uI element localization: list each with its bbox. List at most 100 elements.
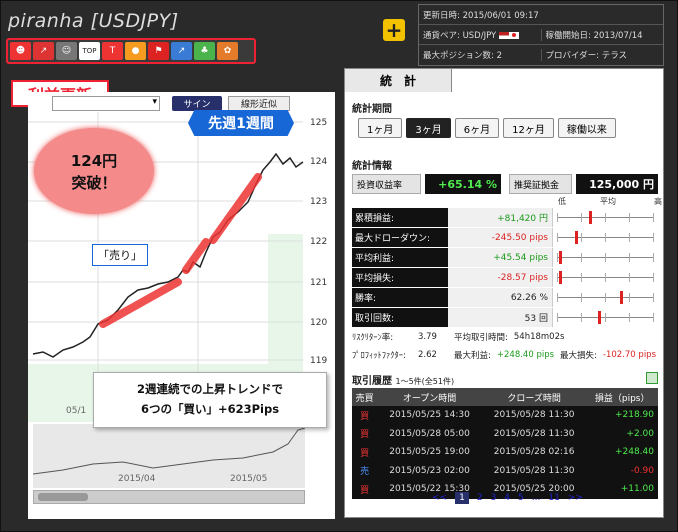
flag-usa-icon	[498, 31, 509, 39]
page-link[interactable]: 5	[518, 493, 524, 503]
provider-text: プロバイダー: テラス	[540, 48, 664, 61]
period-1m-button[interactable]: 1ヶ月	[358, 118, 403, 138]
stat-row: 勝率: 62.26 %	[352, 288, 658, 307]
history-cell: 買	[352, 406, 378, 425]
gauge-marker	[575, 231, 579, 244]
margin-value: 125,000 円	[575, 174, 658, 194]
history-cell: 2015/05/28 11:30	[481, 461, 587, 480]
history-cell: 2015/05/23 02:00	[377, 461, 482, 480]
history-cell: 買	[352, 480, 378, 499]
page-link[interactable]: 11	[548, 493, 559, 503]
orb-icon-button[interactable]: ●	[125, 42, 146, 60]
stat-row: 平均損失: -28.57 pips	[352, 268, 658, 287]
stat-value: -245.50 pips	[448, 228, 552, 247]
stat-value: 62.26 %	[448, 288, 552, 307]
history-header[interactable]: クローズ時間	[481, 388, 587, 406]
extra-value: 3.79	[418, 332, 437, 342]
updated-text: 更新日時: 2015/06/01 09:17	[423, 10, 539, 21]
extra-label: ﾘｽｸﾘﾀｰﾝ率:	[352, 333, 394, 343]
stat-value: 53 回	[448, 308, 552, 327]
graph-icon-button[interactable]: ↗	[33, 42, 54, 60]
gauge-scale: 低 平均 高	[558, 197, 662, 206]
history-cell: +2.00	[586, 424, 658, 443]
export-icon[interactable]	[646, 372, 658, 384]
history-cell: 2015/05/25 14:30	[377, 406, 482, 425]
flag-icon-button[interactable]: ⚑	[148, 42, 169, 60]
stat-value: -28.57 pips	[448, 268, 552, 287]
page-link[interactable]: 2	[477, 493, 483, 503]
info-title: 統計情報	[352, 161, 392, 172]
linear-approx-button[interactable]: 線形近似	[228, 96, 290, 111]
plus-icon[interactable]: +	[383, 18, 405, 42]
t100-icon-button[interactable]: T	[102, 42, 123, 60]
extra-label: 最大損失:	[560, 351, 597, 361]
history-title: 取引履歴 1〜5件(全51件)	[352, 376, 455, 387]
history-cell: 買	[352, 443, 378, 462]
stat-label: 取引回数:	[352, 308, 448, 327]
gear-icon-button[interactable]: ✿	[217, 42, 238, 60]
mini-x-tick: 2015/04	[118, 474, 156, 484]
extra-value: 2.62	[418, 350, 437, 360]
y-tick: 120	[310, 318, 328, 328]
pagination: << 1 2 3 4 5... 11 >>	[432, 492, 583, 504]
history-cell: +11.00	[586, 480, 658, 499]
page-link[interactable]: 4	[504, 493, 510, 503]
stat-row: 最大ドローダウン: -245.50 pips	[352, 228, 658, 247]
stat-label: 平均損失:	[352, 268, 448, 287]
stat-row: 平均利益: +45.54 pips	[352, 248, 658, 267]
history-row: 買 2015/05/25 14:30 2015/05/28 11:30 +218.90	[352, 406, 658, 425]
gauge-marker	[619, 291, 623, 304]
balloon-text: 124円 突破！	[70, 152, 118, 192]
page-link[interactable]: 3	[491, 493, 497, 503]
history-cell: 2015/05/28 02:16	[481, 443, 587, 462]
extra-label: 平均取引時間:	[454, 333, 508, 343]
history-cell: 2015/05/25 19:00	[377, 443, 482, 462]
y-tick: 124	[310, 157, 328, 167]
smile-icon-button[interactable]: ☻	[10, 42, 31, 60]
stat-value: +45.54 pips	[448, 248, 552, 267]
stat-gauge	[552, 308, 657, 327]
sell-callout: 「売り」	[92, 244, 148, 266]
history-table: 売買 オープン時間 クローズ時間 損益（pips）買 2015/05/25 14:30 2…	[352, 388, 658, 499]
stat-gauge	[552, 228, 657, 247]
history-cell: 2015/05/28 11:30	[481, 406, 587, 425]
people-icon-button[interactable]: ☺	[56, 42, 77, 60]
extra-label: ﾌﾟﾛﾌｨｯﾄﾌｧｸﾀｰ:	[352, 351, 406, 361]
extra-value: 54h18m02s	[513, 332, 565, 342]
chart-icon-button[interactable]: ↗	[171, 42, 192, 60]
chart-scrollbar[interactable]	[33, 490, 305, 504]
period-12m-button[interactable]: 12ヶ月	[503, 118, 554, 138]
tree-icon-button[interactable]: ♣	[194, 42, 215, 60]
history-header[interactable]: 売買	[352, 388, 378, 406]
period-3m-button[interactable]: 3ヶ月	[406, 118, 451, 138]
stat-row: 取引回数: 53 回	[352, 308, 658, 327]
top100-icon-button[interactable]: TOP	[79, 42, 100, 60]
app-title: piranha [USDJPY]	[8, 10, 179, 32]
stats-table: 累積損益: +81,420 円最大ドローダウン: -245.50 pips 平均利益:…	[352, 208, 658, 328]
mini-x-tick: 2015/05	[230, 474, 268, 484]
page-link[interactable]: 1	[455, 492, 469, 504]
stat-gauge	[552, 288, 657, 307]
stat-gauge	[552, 248, 657, 267]
flag-japan-icon	[508, 31, 519, 39]
history-cell: 買	[352, 424, 378, 443]
sign-button[interactable]: サイン	[172, 96, 222, 111]
history-header[interactable]: オープン時間	[377, 388, 482, 406]
extra-label: 最大利益:	[454, 351, 491, 361]
chart-range-select[interactable]: ▾	[52, 96, 160, 111]
history-row: 買 2015/05/28 05:00 2015/05/28 11:30 +2.00	[352, 424, 658, 443]
period-all-button[interactable]: 稼働以来	[557, 118, 616, 138]
tab-stats[interactable]: 統 計	[344, 68, 452, 92]
y-tick: 121	[310, 278, 328, 288]
page-link[interactable]: <<	[432, 493, 447, 503]
history-cell: +218.90	[586, 406, 658, 425]
pair-text: 通貨ペア: USD/JPY	[419, 29, 541, 41]
scrollbar-thumb[interactable]	[38, 493, 88, 501]
stat-value: +81,420 円	[448, 208, 552, 227]
history-cell: 2015/05/28 05:00	[377, 424, 482, 443]
period-6m-button[interactable]: 6ヶ月	[454, 118, 500, 138]
page-link[interactable]: >>	[568, 493, 583, 503]
x-tick: 05/1	[66, 406, 87, 416]
history-header[interactable]: 損益（pips）	[586, 388, 658, 406]
history-row: 買 2015/05/25 19:00 2015/05/28 02:16 +248.40	[352, 443, 658, 462]
